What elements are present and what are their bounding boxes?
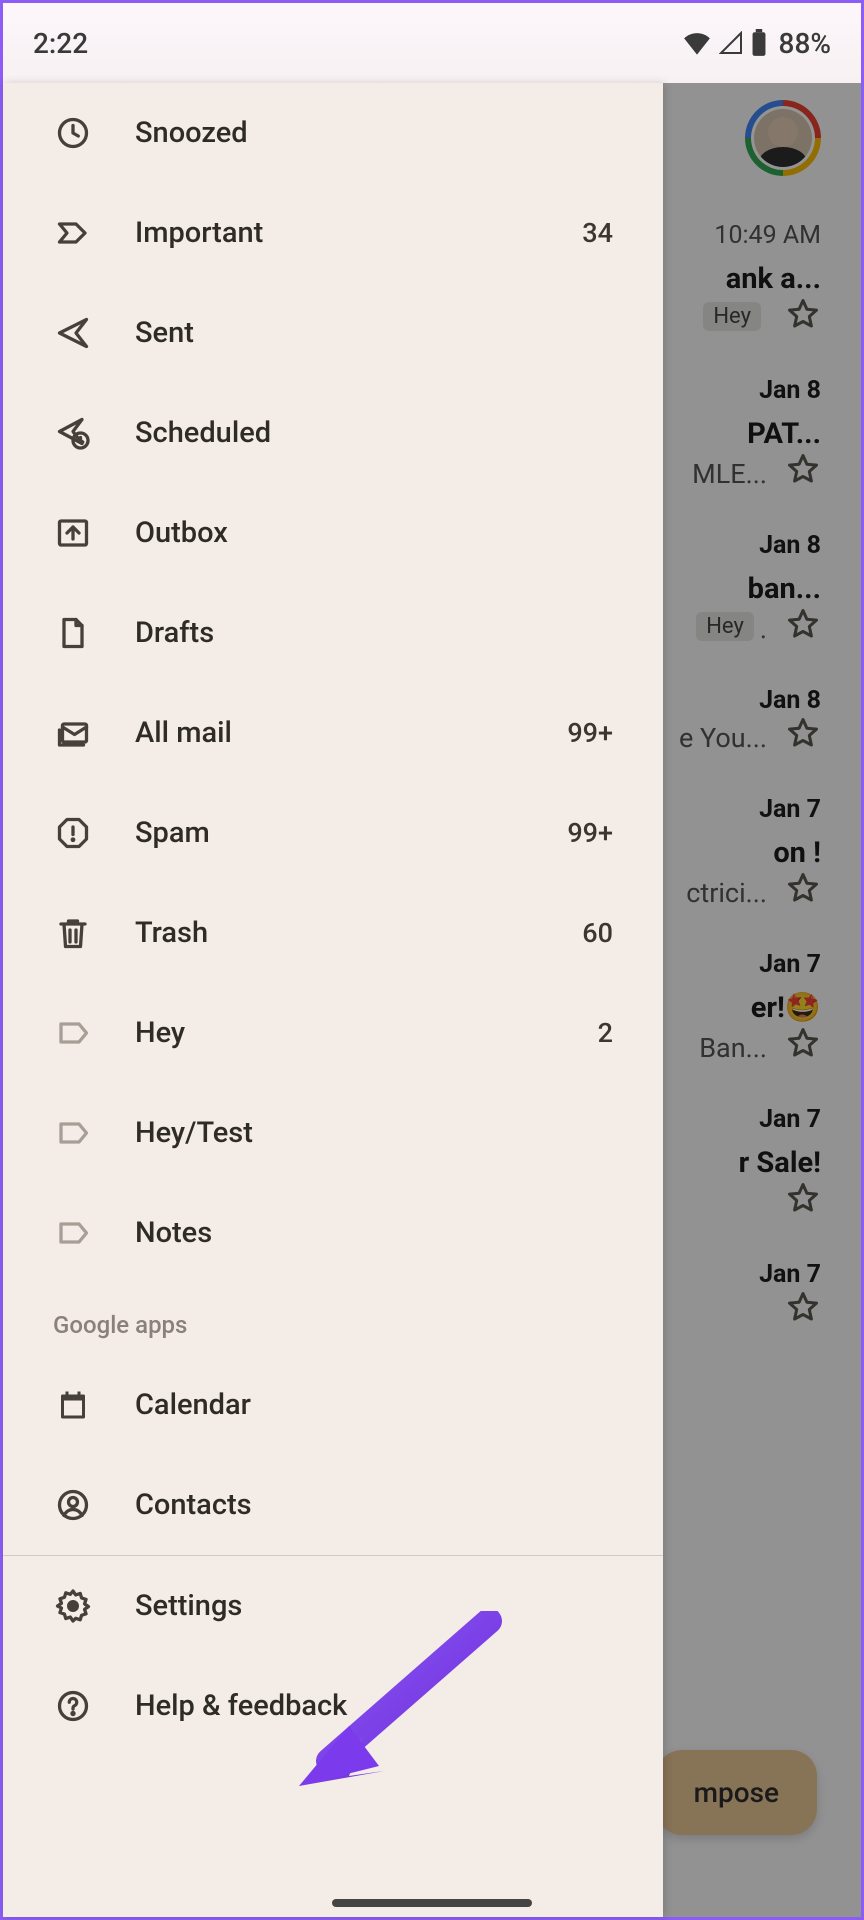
drawer-item-label: Trash xyxy=(135,916,582,950)
status-time: 2:22 xyxy=(33,27,88,60)
drawer-main-items: Snoozed Important34 Sent Scheduled Outbox Dra… xyxy=(3,83,663,1283)
status-bar: 2:22 88% xyxy=(3,3,861,83)
drawer-item-count: 34 xyxy=(582,217,613,249)
drawer-item-label: Notes xyxy=(135,1216,633,1250)
drawer-item-label: All mail xyxy=(135,716,567,750)
drawer.footer-help-feedback[interactable]: Help & feedback xyxy=(3,1656,663,1756)
drawer.items-hey-test[interactable]: Hey/Test xyxy=(3,1083,663,1183)
important-icon xyxy=(53,213,93,253)
drawer.items-outbox[interactable]: Outbox xyxy=(3,483,663,583)
drawer.items-hey[interactable]: Hey2 xyxy=(3,983,663,1083)
drawer-item-label: Settings xyxy=(135,1589,633,1623)
drawer-item-label: Scheduled xyxy=(135,416,633,450)
draft-icon xyxy=(53,613,93,653)
status-right: 88% xyxy=(683,27,831,60)
drawer-item-count: 2 xyxy=(598,1017,613,1049)
drawer.items-drafts[interactable]: Drafts xyxy=(3,583,663,683)
drawer-item-label: Spam xyxy=(135,816,567,850)
drawer.items-important[interactable]: Important34 xyxy=(3,183,663,283)
trash-icon xyxy=(53,913,93,953)
allmail-icon xyxy=(53,713,93,753)
drawer-item-label: Outbox xyxy=(135,516,633,550)
battery-percent: 88% xyxy=(779,27,831,60)
drawer-item-label: Hey/Test xyxy=(135,1116,633,1150)
drawer-item-label: Important xyxy=(135,216,582,250)
wifi-icon xyxy=(683,31,711,55)
drawer.footer-settings[interactable]: Settings xyxy=(3,1556,663,1656)
label-icon xyxy=(53,1113,93,1153)
drawer-footer-items: Settings Help & feedback xyxy=(3,1556,663,1756)
drawer.items-scheduled[interactable]: Scheduled xyxy=(3,383,663,483)
drawer-item-label: Drafts xyxy=(135,616,633,650)
send-icon xyxy=(53,313,93,353)
drawer.items-sent[interactable]: Sent xyxy=(3,283,663,383)
drawer.items-notes[interactable]: Notes xyxy=(3,1183,663,1283)
contacts-icon xyxy=(53,1485,93,1525)
cellular-icon xyxy=(719,31,743,55)
drawer-item-label: Help & feedback xyxy=(135,1689,633,1723)
drawer.items-snoozed[interactable]: Snoozed xyxy=(3,83,663,183)
drawer-item-label: Contacts xyxy=(135,1488,633,1522)
drawer-item-label: Calendar xyxy=(135,1388,633,1422)
drawer.apps-calendar[interactable]: Calendar xyxy=(3,1355,663,1455)
nav-handle[interactable] xyxy=(332,1899,532,1907)
drawer-item-count: 99+ xyxy=(567,717,613,749)
drawer-item-count: 60 xyxy=(582,917,613,949)
drawer-item-label: Snoozed xyxy=(135,116,633,150)
drawer-section-google-apps: Google apps xyxy=(3,1283,663,1355)
calendar-icon xyxy=(53,1385,93,1425)
navigation-drawer: Snoozed Important34 Sent Scheduled Outbox Dra… xyxy=(3,83,663,1917)
help-icon xyxy=(53,1686,93,1726)
spam-icon xyxy=(53,813,93,853)
outbox-icon xyxy=(53,513,93,553)
drawer.items-all-mail[interactable]: All mail99+ xyxy=(3,683,663,783)
settings-icon xyxy=(53,1586,93,1626)
clock-icon xyxy=(53,113,93,153)
drawer-item-label: Sent xyxy=(135,316,633,350)
label-icon xyxy=(53,1213,93,1253)
drawer.items-spam[interactable]: Spam99+ xyxy=(3,783,663,883)
drawer-app-items: Calendar Contacts xyxy=(3,1355,663,1555)
drawer-item-label: Hey xyxy=(135,1016,598,1050)
drawer-item-count: 99+ xyxy=(567,817,613,849)
drawer.items-trash[interactable]: Trash60 xyxy=(3,883,663,983)
label-icon xyxy=(53,1013,93,1053)
drawer.apps-contacts[interactable]: Contacts xyxy=(3,1455,663,1555)
scheduled-icon xyxy=(53,413,93,453)
battery-icon xyxy=(751,29,767,57)
